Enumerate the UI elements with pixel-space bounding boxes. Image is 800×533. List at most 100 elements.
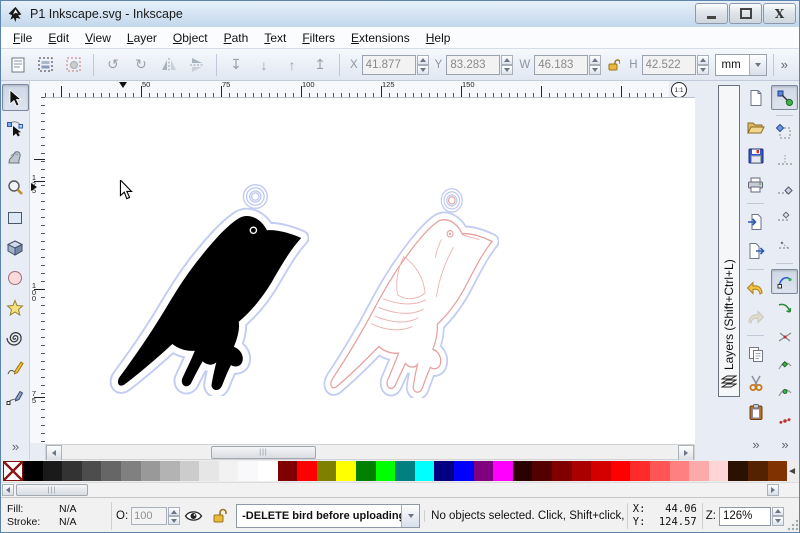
palette-swatch[interactable] bbox=[160, 461, 180, 481]
tool-zoom-button[interactable] bbox=[2, 174, 29, 201]
snap-overflow-button[interactable]: » bbox=[781, 437, 788, 452]
menu-layer[interactable]: Layer bbox=[119, 29, 165, 47]
tool-star-button[interactable] bbox=[2, 294, 29, 321]
opacity-input[interactable] bbox=[131, 507, 168, 525]
palette-swatch[interactable] bbox=[610, 461, 631, 481]
palette-swatch[interactable] bbox=[532, 461, 552, 481]
palette-swatch[interactable] bbox=[179, 461, 200, 481]
snap-to-paths-button[interactable] bbox=[771, 297, 798, 322]
tool-node-editor-button[interactable] bbox=[2, 114, 29, 141]
rotate-cw-button[interactable]: ↻ bbox=[128, 52, 154, 78]
commands-overflow-button[interactable]: » bbox=[752, 437, 759, 452]
menu-view[interactable]: View bbox=[77, 29, 119, 47]
print-button[interactable] bbox=[742, 172, 769, 198]
snap-bbox-centers-button[interactable] bbox=[771, 233, 798, 258]
width-spinner[interactable] bbox=[589, 54, 602, 75]
palette-swatch[interactable] bbox=[199, 461, 219, 481]
menu-help[interactable]: Help bbox=[418, 29, 459, 47]
canvas[interactable] bbox=[45, 97, 695, 444]
horizontal-scrollbar[interactable]: ||| bbox=[45, 444, 695, 461]
horizontal-ruler[interactable]: 50 75 100 125 150 bbox=[45, 81, 669, 98]
menu-filters[interactable]: Filters bbox=[294, 29, 343, 47]
export-button[interactable] bbox=[742, 238, 769, 264]
palette-swatch[interactable] bbox=[375, 461, 396, 481]
palette-swatch[interactable] bbox=[414, 461, 435, 481]
palette-scroll-left-button[interactable] bbox=[2, 484, 14, 496]
palette-swatch[interactable] bbox=[767, 461, 788, 481]
opacity-spinner[interactable] bbox=[168, 507, 181, 525]
raise-to-top-button[interactable]: ↥ bbox=[307, 52, 333, 78]
palette-scrollbar[interactable]: ||| bbox=[1, 482, 799, 498]
palette-swatch[interactable] bbox=[277, 461, 298, 481]
snap-cusp-nodes-button[interactable] bbox=[771, 353, 798, 378]
palette-swatch[interactable] bbox=[218, 461, 239, 481]
tool-3dbox-button[interactable] bbox=[2, 234, 29, 261]
tool-ellipse-button[interactable] bbox=[2, 264, 29, 291]
select-all-layers-button[interactable] bbox=[33, 52, 59, 78]
vertical-ruler[interactable]: 125 100 75 bbox=[30, 97, 46, 443]
width-input[interactable] bbox=[534, 54, 589, 75]
flip-vertical-button[interactable] bbox=[184, 52, 210, 78]
close-button[interactable]: X bbox=[763, 3, 796, 24]
import-button[interactable] bbox=[742, 209, 769, 235]
horizontal-scroll-thumb[interactable]: ||| bbox=[211, 446, 316, 459]
palette-swatch[interactable] bbox=[454, 461, 474, 481]
palette-swatch[interactable] bbox=[356, 461, 376, 481]
menu-edit[interactable]: Edit bbox=[40, 29, 77, 47]
palette-swatch[interactable] bbox=[551, 461, 572, 481]
tool-controls-overflow-button[interactable]: » bbox=[781, 57, 788, 72]
palette-swatch[interactable] bbox=[649, 461, 670, 481]
tool-selector-button[interactable] bbox=[1, 84, 29, 111]
palette-swatch[interactable] bbox=[747, 461, 768, 481]
open-document-button[interactable] bbox=[742, 114, 769, 140]
copy-button[interactable] bbox=[742, 341, 769, 367]
cut-button[interactable] bbox=[742, 370, 769, 396]
paste-button[interactable] bbox=[742, 399, 769, 425]
menu-file[interactable]: File bbox=[5, 29, 40, 47]
palette-swatch[interactable] bbox=[42, 461, 63, 481]
lock-ratio-button[interactable] bbox=[603, 52, 623, 78]
palette-swatch[interactable] bbox=[473, 461, 494, 481]
palette-swatch[interactable] bbox=[434, 461, 454, 481]
snap-nodes-toggle-button[interactable] bbox=[771, 268, 798, 294]
snap-bbox-button[interactable] bbox=[771, 121, 798, 146]
tool-rectangle-button[interactable] bbox=[2, 204, 29, 231]
palette-swatch[interactable] bbox=[689, 461, 709, 481]
rotate-ccw-button[interactable]: ↺ bbox=[100, 52, 126, 78]
y-spinner[interactable] bbox=[501, 54, 514, 75]
layer-select[interactable]: -DELETE bird before uploading bbox=[236, 504, 421, 528]
tool-spiral-button[interactable] bbox=[2, 324, 29, 351]
snap-bbox-edges-button[interactable] bbox=[771, 149, 798, 174]
lower-button[interactable]: ↓ bbox=[251, 52, 277, 78]
select-all-button[interactable] bbox=[5, 52, 31, 78]
undo-button[interactable] bbox=[742, 275, 769, 301]
redo-button[interactable] bbox=[742, 304, 769, 330]
maximize-button[interactable] bbox=[729, 3, 762, 24]
window-resize-grip[interactable] bbox=[787, 519, 799, 531]
palette-swatch[interactable] bbox=[22, 461, 43, 481]
flip-horizontal-button[interactable] bbox=[156, 52, 182, 78]
raise-button[interactable]: ↑ bbox=[279, 52, 305, 78]
scroll-left-button[interactable] bbox=[46, 445, 62, 461]
palette-swatch[interactable] bbox=[591, 461, 611, 481]
tool-pencil-button[interactable] bbox=[2, 354, 29, 381]
palette-scroll-thumb[interactable]: ||| bbox=[16, 484, 88, 496]
titlebar[interactable]: P1 Inkscape.svg - Inkscape X bbox=[1, 1, 799, 28]
palette-scroll-left-icon[interactable]: ◄ bbox=[787, 466, 797, 477]
palette-swatch[interactable] bbox=[101, 461, 121, 481]
snap-path-intersections-button[interactable] bbox=[771, 325, 798, 350]
menu-object[interactable]: Object bbox=[165, 29, 216, 47]
palette-swatch[interactable] bbox=[728, 461, 748, 481]
zoom-input[interactable] bbox=[719, 506, 771, 526]
toolbox-overflow-button[interactable]: » bbox=[12, 439, 19, 454]
palette-scroll-right-button[interactable] bbox=[767, 484, 779, 496]
palette-none-swatch[interactable] bbox=[3, 461, 23, 481]
palette-swatch[interactable] bbox=[297, 461, 317, 481]
palette-swatch[interactable] bbox=[395, 461, 415, 481]
tool-pen-button[interactable] bbox=[2, 384, 29, 411]
fill-stroke-indicator[interactable]: Fill: N/A Stroke: N/A bbox=[3, 503, 107, 529]
height-spinner[interactable] bbox=[696, 54, 709, 75]
height-input[interactable] bbox=[641, 54, 696, 75]
snap-smooth-nodes-button[interactable] bbox=[771, 381, 798, 406]
palette-swatch[interactable] bbox=[316, 461, 337, 481]
